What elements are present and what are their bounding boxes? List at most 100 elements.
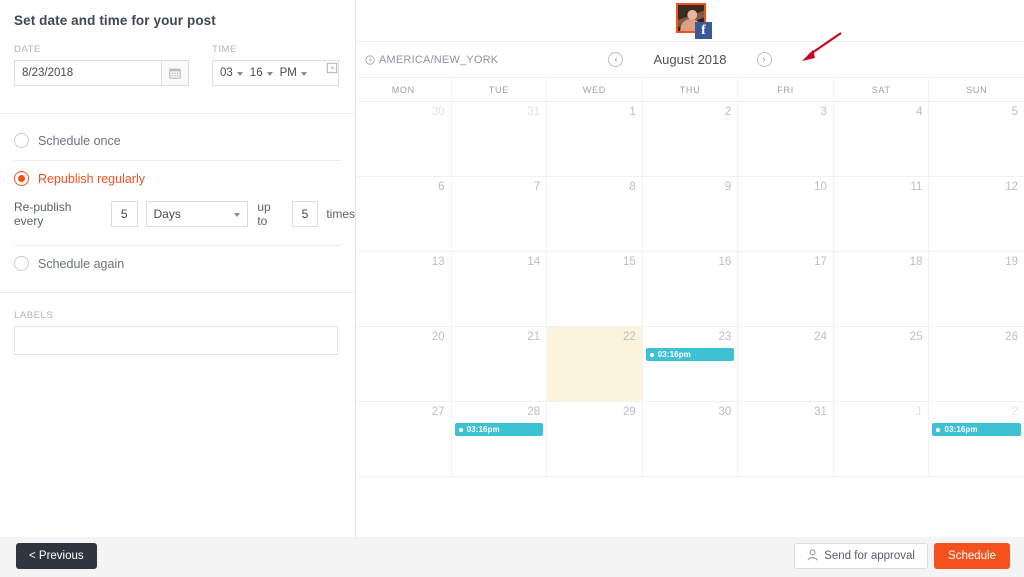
avatar[interactable]: f xyxy=(676,3,712,39)
calendar-day-cell[interactable]: 28 03:16pm xyxy=(451,402,548,476)
divider xyxy=(0,113,355,114)
calendar-icon[interactable] xyxy=(161,61,188,85)
calendar-day-cell[interactable]: 14 xyxy=(451,252,548,326)
calendar-day-cell[interactable]: 22 xyxy=(547,327,643,401)
calendar-day-cell[interactable]: 7 xyxy=(451,177,548,251)
day-number: 30 xyxy=(718,406,732,418)
divider xyxy=(0,292,355,293)
day-number: 12 xyxy=(1005,181,1019,193)
calendar-day-cell[interactable]: 10 xyxy=(738,177,834,251)
republish-unit-select[interactable]: Days xyxy=(145,201,249,227)
minute-select[interactable]: 16 xyxy=(249,67,278,79)
day-number: 11 xyxy=(910,181,923,193)
prev-month-button[interactable]: ‹ xyxy=(608,52,624,67)
time-field-label: TIME xyxy=(212,44,237,55)
calendar-day-cell[interactable]: 19 xyxy=(929,252,1024,326)
day-number: 5 xyxy=(1011,106,1019,118)
day-number: 1 xyxy=(629,106,636,118)
republish-settings-row: Re-publish every 5 Days up to 5 times xyxy=(14,200,355,228)
day-number: 13 xyxy=(431,256,445,268)
datetime-fields: DATE 8/23/2018 TIME 03 16 PM xyxy=(0,44,355,94)
calendar-day-cell[interactable]: 5 xyxy=(929,102,1024,176)
schedule-button[interactable]: Schedule xyxy=(934,543,1010,569)
option-schedule-once[interactable]: Schedule once xyxy=(14,133,121,148)
previous-button[interactable]: < Previous xyxy=(16,543,97,569)
radio-icon[interactable] xyxy=(14,256,29,271)
calendar-day-cell[interactable]: 13 xyxy=(356,252,452,326)
day-number: 17 xyxy=(814,256,827,268)
republish-count-input[interactable]: 5 xyxy=(291,201,319,227)
day-number: 6 xyxy=(438,181,445,193)
scheduled-post-event[interactable]: 03:16pm xyxy=(645,348,735,361)
calendar-day-cell[interactable]: 27 xyxy=(356,402,452,476)
calendar-day-cell[interactable]: 30 xyxy=(356,102,452,176)
day-number: 2 xyxy=(724,106,732,118)
event-status-dot-icon xyxy=(649,352,654,357)
next-month-button[interactable]: › xyxy=(756,52,772,67)
dow-sun: SUN xyxy=(966,85,988,95)
calendar-day-cell[interactable]: 16 xyxy=(642,252,739,326)
hour-select[interactable]: 03 xyxy=(219,67,248,79)
republish-times-label: times xyxy=(326,207,356,221)
calendar-day-cell[interactable]: 31 xyxy=(451,102,548,176)
calendar-day-cell[interactable]: 26 xyxy=(929,327,1024,401)
radio-icon[interactable] xyxy=(14,171,29,186)
calendar-week-row: 20 21 22 23 03:16pm 24 25 26 xyxy=(356,327,1024,402)
option-schedule-again[interactable]: Schedule again xyxy=(14,256,124,271)
dow-sat: SAT xyxy=(834,78,930,101)
day-number: 18 xyxy=(909,256,923,268)
calendar-day-cell[interactable]: 31 xyxy=(738,402,834,476)
day-number: 2 xyxy=(1011,406,1019,418)
day-number: 31 xyxy=(527,106,541,118)
calendar-day-cell[interactable]: 2 xyxy=(642,102,739,176)
calendar-day-cell[interactable]: 24 xyxy=(738,327,834,401)
date-input-group[interactable]: 8/23/2018 xyxy=(14,60,189,86)
event-status-dot-icon xyxy=(458,427,463,432)
date-field-label: DATE xyxy=(14,44,41,55)
send-for-approval-button[interactable]: Send for approval xyxy=(794,543,928,569)
calendar-day-cell[interactable]: 12 xyxy=(929,177,1024,251)
day-number: 19 xyxy=(1005,256,1019,268)
calendar-day-cell[interactable]: 4 xyxy=(833,102,930,176)
day-number: 26 xyxy=(1005,331,1019,343)
calendar-day-cell[interactable]: 25 xyxy=(833,327,930,401)
calendar-day-cell[interactable]: 6 xyxy=(356,177,452,251)
calendar-day-cell[interactable]: 9 xyxy=(642,177,739,251)
day-number: 25 xyxy=(909,331,923,343)
calendar-day-cell[interactable]: 15 xyxy=(547,252,643,326)
calendar-day-cell[interactable]: 2 03:16pm xyxy=(929,402,1024,476)
calendar-week-row: 30 31 1 2 3 4 5 xyxy=(356,102,1024,177)
labels-input[interactable] xyxy=(14,326,338,355)
scheduled-post-event[interactable]: 03:16pm xyxy=(454,423,544,436)
calendar-day-cell[interactable]: 1 xyxy=(547,102,643,176)
calendar-day-cell[interactable]: 17 xyxy=(738,252,834,326)
option-label: Schedule again xyxy=(38,256,125,271)
day-number: 10 xyxy=(814,181,827,193)
calendar-day-cell[interactable]: 8 xyxy=(547,177,643,251)
time-field-group: TIME 03 16 PM xyxy=(212,44,339,86)
calendar-day-cell[interactable]: 23 03:16pm xyxy=(642,327,739,401)
facebook-icon: f xyxy=(695,22,712,39)
calendar-day-cell[interactable]: 11 xyxy=(833,177,930,251)
calendar-day-cell[interactable]: 30 xyxy=(642,402,739,476)
day-number: 31 xyxy=(814,406,827,418)
calendar-day-cell[interactable]: 29 xyxy=(547,402,643,476)
divider xyxy=(14,160,341,161)
radio-icon[interactable] xyxy=(14,133,29,148)
day-number: 16 xyxy=(718,256,732,268)
date-input[interactable]: 8/23/2018 xyxy=(15,61,161,85)
calendar-day-cell[interactable]: 3 xyxy=(738,102,834,176)
meridiem-select[interactable]: PM xyxy=(279,67,312,79)
clock-icon[interactable] xyxy=(326,61,338,85)
time-input-group[interactable]: 03 16 PM xyxy=(212,60,339,86)
day-number: 15 xyxy=(622,256,636,268)
republish-interval-input[interactable]: 5 xyxy=(110,201,138,227)
calendar-day-cell[interactable]: 18 xyxy=(833,252,930,326)
calendar-day-cell[interactable]: 1 xyxy=(833,402,930,476)
scheduled-post-event[interactable]: 03:16pm xyxy=(932,423,1022,436)
calendar-day-cell[interactable]: 20 xyxy=(356,327,452,401)
option-republish-regularly[interactable]: Republish regularly xyxy=(14,171,145,186)
calendar-day-cell[interactable]: 21 xyxy=(451,327,548,401)
day-number: 27 xyxy=(431,406,445,418)
schedule-settings-panel: Set date and time for your post DATE 8/2… xyxy=(0,0,356,537)
